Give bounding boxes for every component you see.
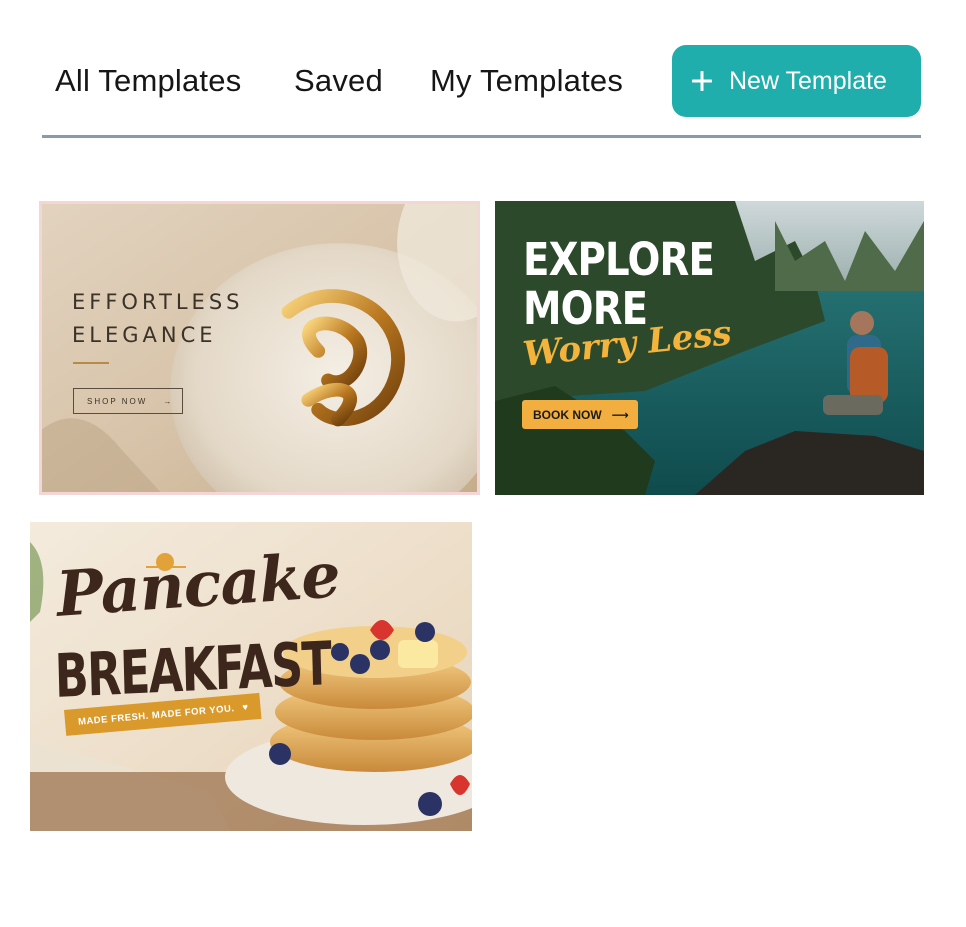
book-now-label: BOOK NOW <box>533 407 602 422</box>
new-template-button[interactable]: New Template <box>672 45 921 117</box>
tab-saved[interactable]: Saved <box>294 63 383 99</box>
arrow-right-icon: ⟶ <box>611 407 629 422</box>
plus-icon <box>692 71 712 91</box>
tab-all-templates[interactable]: All Templates <box>55 63 241 99</box>
template-card-pancake[interactable]: Pancake BREAKFAST MADE FRESH. MADE FOR Y… <box>30 522 472 831</box>
jewelry-headline: EFFORTLESS ELEGANCE <box>72 290 244 347</box>
template-card-travel[interactable]: EXPLORE MORE Worry Less BOOK NOW ⟶ <box>495 201 924 495</box>
new-template-label: New Template <box>729 66 887 95</box>
gold-rule <box>73 362 109 364</box>
template-card-jewelry[interactable]: EFFORTLESS ELEGANCE SHOP NOW → <box>39 201 480 495</box>
shop-now-button: SHOP NOW → <box>73 388 183 414</box>
book-now-button: BOOK NOW ⟶ <box>522 400 638 429</box>
shop-now-label: SHOP NOW <box>87 396 148 406</box>
arrow-right-icon: → <box>163 396 174 406</box>
tab-my-templates[interactable]: My Templates <box>430 63 623 99</box>
heart-icon: ♥ <box>241 701 250 713</box>
